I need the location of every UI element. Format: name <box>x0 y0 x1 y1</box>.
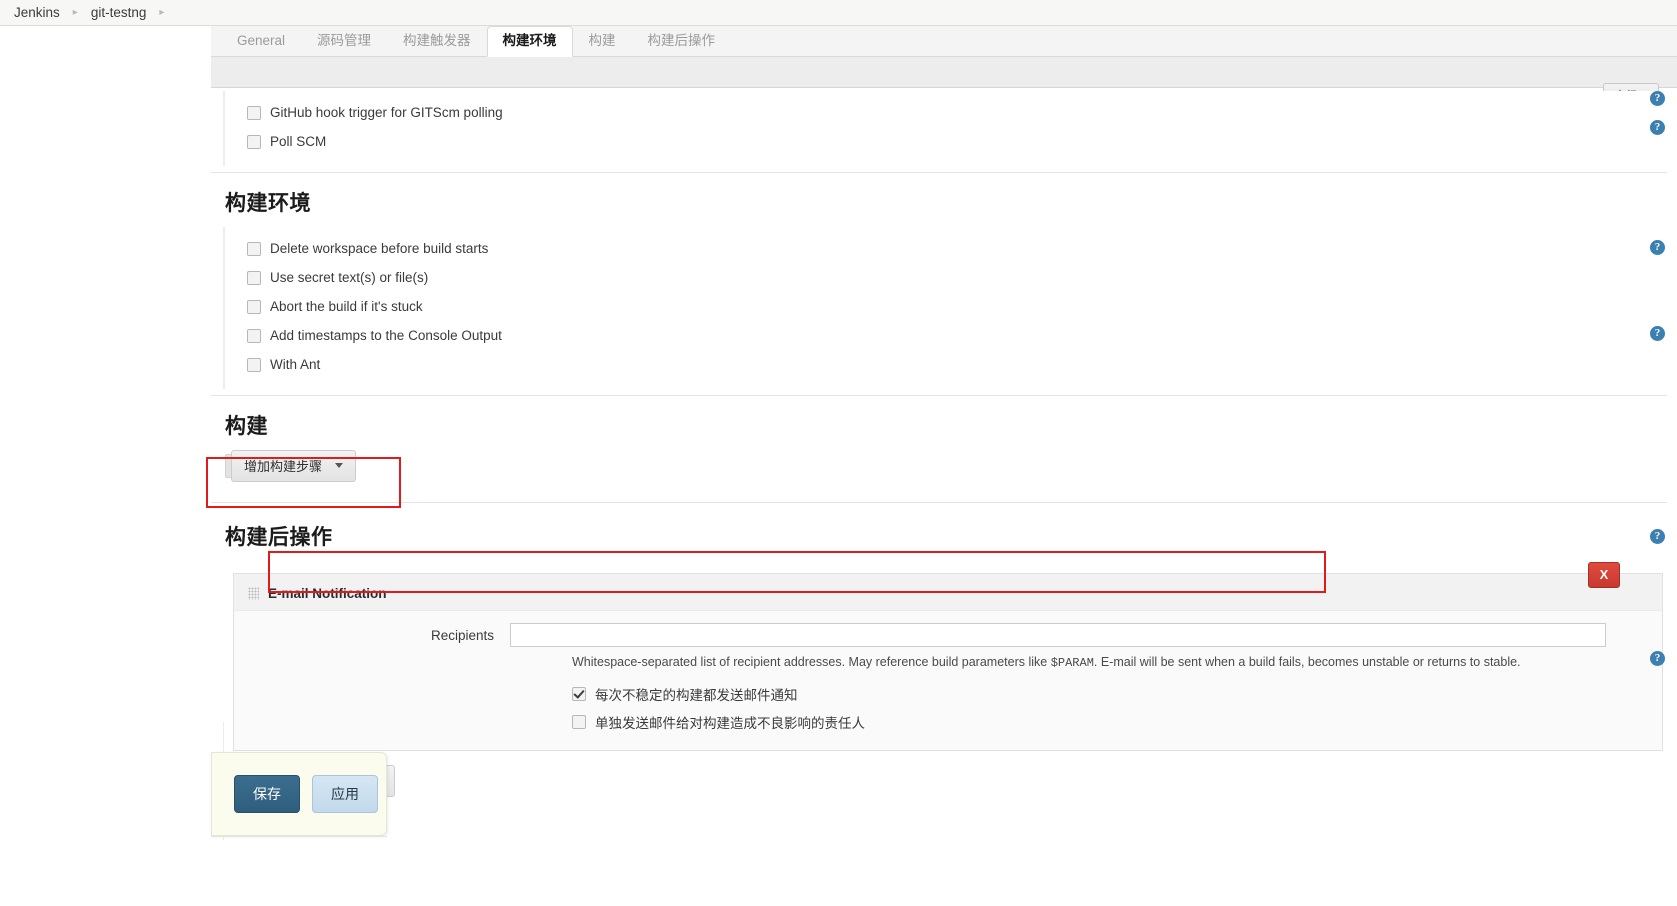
config-form-area: General 源码管理 构建触发器 构建环境 构建 构建后操作 高级... G… <box>211 26 1677 906</box>
checkbox-label-github-hook[interactable]: GitHub hook trigger for GITScm polling <box>270 105 503 120</box>
checkbox-delete-workspace[interactable] <box>247 241 261 256</box>
jenkins-job-config-page: Jenkins ▸ git-testng ▸ General 源码管理 构建触发… <box>0 0 1677 906</box>
checkbox-row-send-every-unstable[interactable]: 每次不稳定的构建都发送邮件通知 <box>572 680 1662 708</box>
add-build-step-button[interactable]: 增加构建步骤 <box>231 450 357 482</box>
checkbox-label-add-timestamps[interactable]: Add timestamps to the Console Output <box>270 328 502 343</box>
help-text-part2: . E-mail will be sent when a build fails… <box>1093 655 1521 669</box>
checkbox-row-delete-workspace[interactable]: Delete workspace before build starts <box>237 234 1677 263</box>
checkbox-use-secret[interactable] <box>247 270 261 285</box>
recipients-row: Recipients <box>234 611 1662 652</box>
checkbox-label-with-ant[interactable]: With Ant <box>270 357 320 372</box>
checkbox-row-abort-stuck[interactable]: Abort the build if it's stuck <box>237 292 1677 321</box>
checkbox-row-add-timestamps[interactable]: Add timestamps to the Console Output <box>237 321 1677 350</box>
checkbox-poll-scm[interactable] <box>247 134 261 149</box>
email-notification-header: E-mail Notification <box>234 574 1662 611</box>
help-icon-poll-scm[interactable]: ? <box>1650 120 1665 135</box>
delete-publisher-button[interactable]: X <box>1588 562 1620 588</box>
help-icon-github-hook[interactable]: ? <box>1650 91 1665 106</box>
config-tabbar: General 源码管理 构建触发器 构建环境 构建 构建后操作 <box>211 26 1677 57</box>
add-post-build-step-wrap: 增加构建后操作步骤 <box>211 751 1677 807</box>
email-notification-title: E-mail Notification <box>268 586 387 601</box>
breadcrumb: Jenkins ▸ git-testng ▸ <box>0 0 1677 26</box>
breadcrumb-separator-icon: ▸ <box>72 7 78 18</box>
tab-post-build-actions[interactable]: 构建后操作 <box>632 27 732 56</box>
chevron-down-icon <box>335 463 344 468</box>
help-icon-email-notification[interactable]: ? <box>1650 529 1665 544</box>
triggers-advanced-strip <box>211 57 1677 88</box>
help-icon-use-secret[interactable]: ? <box>1650 240 1665 255</box>
checkbox-row-github-hook[interactable]: GitHub hook trigger for GITScm polling <box>237 98 1677 127</box>
add-build-step-label: 增加构建步骤 <box>244 459 323 474</box>
add-build-step-wrap: 增加构建步骤 <box>211 450 1677 496</box>
checkbox-row-send-separate-culprits[interactable]: 单独发送邮件给对构建造成不良影响的责任人 <box>572 708 1662 736</box>
tab-build-environment[interactable]: 构建环境 <box>486 26 573 57</box>
recipients-input[interactable] <box>510 623 1606 647</box>
checkbox-row-poll-scm[interactable]: Poll SCM <box>237 127 1677 156</box>
build-environment-options: Delete workspace before build starts Use… <box>223 227 1677 389</box>
config-form-body: GitHub hook trigger for GITScm polling P… <box>211 91 1677 807</box>
checkbox-row-with-ant[interactable]: With Ant <box>237 350 1677 379</box>
email-notification-options: 每次不稳定的构建都发送邮件通知 单独发送邮件给对构建造成不良影响的责任人 <box>234 680 1662 736</box>
footer-bottom-rule <box>211 836 387 837</box>
section-title-build-environment: 构建环境 <box>225 192 311 215</box>
tab-source-code-management[interactable]: 源码管理 <box>301 27 387 56</box>
tab-build[interactable]: 构建 <box>573 27 632 56</box>
checkbox-abort-stuck[interactable] <box>247 299 261 314</box>
section-title-build: 构建 <box>225 415 268 438</box>
recipients-help-text: Whitespace-separated list of recipient a… <box>234 652 1662 680</box>
checkbox-send-every-unstable[interactable] <box>572 687 586 701</box>
checkbox-label-poll-scm[interactable]: Poll SCM <box>270 134 326 149</box>
checkbox-with-ant[interactable] <box>247 357 261 372</box>
help-icon-with-ant[interactable]: ? <box>1650 326 1665 341</box>
recipients-label: Recipients <box>430 627 494 643</box>
breadcrumb-separator-icon-2: ▸ <box>159 7 165 18</box>
breadcrumb-item-jenkins[interactable]: Jenkins <box>10 5 64 20</box>
drag-grip-icon[interactable] <box>248 587 259 600</box>
apply-button[interactable]: 应用 <box>312 775 378 813</box>
save-button[interactable]: 保存 <box>234 775 300 813</box>
checkbox-add-timestamps[interactable] <box>247 328 261 343</box>
checkbox-label-send-separate-culprits[interactable]: 单独发送邮件给对构建造成不良影响的责任人 <box>595 712 865 732</box>
checkbox-github-hook[interactable] <box>247 105 261 120</box>
tab-general[interactable]: General <box>221 27 301 56</box>
checkbox-label-send-every-unstable[interactable]: 每次不稳定的构建都发送邮件通知 <box>595 684 798 704</box>
help-text-param: $PARAM <box>1050 656 1094 670</box>
help-text-part1: Whitespace-separated list of recipient a… <box>572 655 1051 669</box>
checkbox-label-delete-workspace[interactable]: Delete workspace before build starts <box>270 241 488 256</box>
form-footer-bar: 保存 应用 <box>211 752 387 836</box>
help-icon-send-separate-culprits[interactable]: ? <box>1650 651 1665 666</box>
checkbox-send-separate-culprits[interactable] <box>572 715 586 729</box>
checkbox-label-abort-stuck[interactable]: Abort the build if it's stuck <box>270 299 423 314</box>
checkbox-label-use-secret[interactable]: Use secret text(s) or file(s) <box>270 270 428 285</box>
breadcrumb-item-job[interactable]: git-testng <box>87 5 151 20</box>
checkbox-row-use-secret[interactable]: Use secret text(s) or file(s) <box>237 263 1677 292</box>
post-build-email-notification-panel: X E-mail Notification Recipients Whitesp… <box>233 562 1663 751</box>
section-title-post-build-actions: 构建后操作 <box>225 526 333 549</box>
build-triggers-options: GitHub hook trigger for GITScm polling P… <box>223 91 1677 166</box>
tab-build-triggers[interactable]: 构建触发器 <box>387 27 487 56</box>
